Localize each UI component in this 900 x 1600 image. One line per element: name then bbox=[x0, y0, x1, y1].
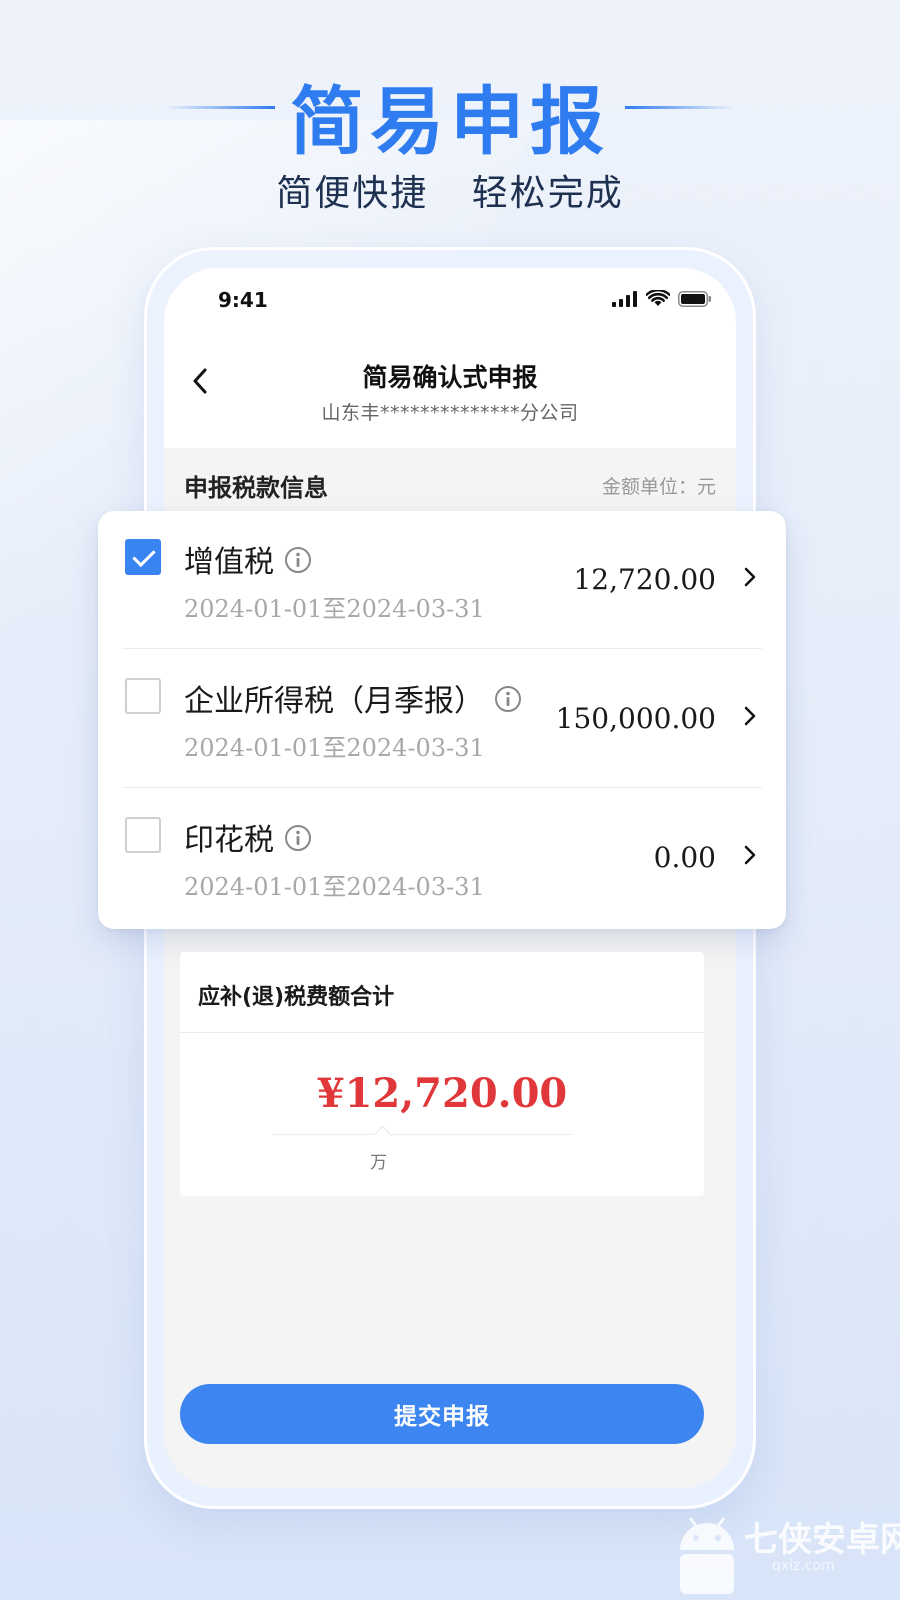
tax-item-amount: 0.00 bbox=[653, 841, 716, 874]
total-card: 应补(退)税费额合计 ¥12,720.00 万 bbox=[180, 952, 704, 1196]
tax-item-name: 印花税 bbox=[184, 815, 312, 860]
chevron-right-icon bbox=[744, 706, 756, 726]
row-divider bbox=[122, 648, 762, 649]
section-title: 申报税款信息 bbox=[184, 474, 328, 502]
tax-item-name: 增值税 bbox=[184, 537, 312, 582]
unit-hint: 万 bbox=[370, 1153, 387, 1173]
total-title: 应补(退)税费额合计 bbox=[198, 985, 395, 1010]
tax-item-period: 2024-01-01至2024-03-31 bbox=[184, 734, 485, 762]
watermark-url: qxiz.com bbox=[772, 1558, 835, 1574]
status-icons bbox=[612, 290, 712, 307]
total-amount: ¥12,720.00 bbox=[316, 1070, 568, 1117]
hero-decor-line-right bbox=[625, 106, 735, 109]
tax-item-name: 企业所得税（月季报） bbox=[184, 676, 522, 721]
page-title: 简易确认式申报 bbox=[362, 363, 538, 392]
tax-items-card: 增值税 2024-01-01至2024-03-31 12,720.00 企业所得… bbox=[98, 511, 786, 929]
row-divider bbox=[122, 787, 762, 788]
tax-item-amount: 150,000.00 bbox=[555, 702, 716, 735]
submit-button[interactable]: 提交申报 bbox=[180, 1384, 704, 1444]
tax-item-amount: 12,720.00 bbox=[573, 563, 716, 596]
battery-icon bbox=[678, 290, 711, 307]
unit-hint-line bbox=[272, 1134, 572, 1135]
tax-item-vat[interactable]: 增值税 2024-01-01至2024-03-31 12,720.00 bbox=[98, 511, 786, 649]
status-time: 9:41 bbox=[218, 288, 268, 312]
hero-title: 简易申报 bbox=[290, 79, 610, 165]
chevron-right-icon bbox=[744, 845, 756, 865]
info-icon[interactable] bbox=[494, 685, 522, 721]
chevron-right-icon bbox=[744, 567, 756, 587]
cellular-signal-icon bbox=[612, 290, 637, 307]
watermark: 七侠安卓网 qxiz.com bbox=[672, 1500, 900, 1600]
hero-subtitle: 简便快捷 轻松完成 bbox=[276, 173, 624, 214]
section-header: 申报税款信息 金额单位：元 bbox=[164, 448, 736, 518]
corporate-income-checkbox[interactable] bbox=[125, 678, 161, 714]
status-and-nav-area: 9:41 简易确认式申报 山东丰**************分公司 bbox=[164, 268, 736, 448]
company-name: 山东丰**************分公司 bbox=[321, 402, 579, 424]
total-divider bbox=[180, 1032, 704, 1033]
vat-checkbox[interactable] bbox=[125, 539, 161, 575]
stamp-duty-checkbox[interactable] bbox=[125, 817, 161, 853]
info-icon[interactable] bbox=[284, 824, 312, 860]
watermark-text: 七侠安卓网 bbox=[744, 1520, 900, 1560]
tax-item-period: 2024-01-01至2024-03-31 bbox=[184, 595, 485, 623]
unit-hint-caret bbox=[374, 1125, 391, 1142]
tax-item-corporate-income[interactable]: 企业所得税（月季报） 2024-01-01至2024-03-31 150,000… bbox=[98, 650, 786, 788]
amount-unit-label: 金额单位：元 bbox=[601, 476, 716, 498]
tax-item-period: 2024-01-01至2024-03-31 bbox=[184, 873, 485, 901]
tax-item-stamp-duty[interactable]: 印花税 2024-01-01至2024-03-31 0.00 bbox=[98, 789, 786, 927]
info-icon[interactable] bbox=[284, 546, 312, 582]
android-robot-icon bbox=[680, 1517, 734, 1594]
wifi-icon bbox=[646, 290, 670, 306]
